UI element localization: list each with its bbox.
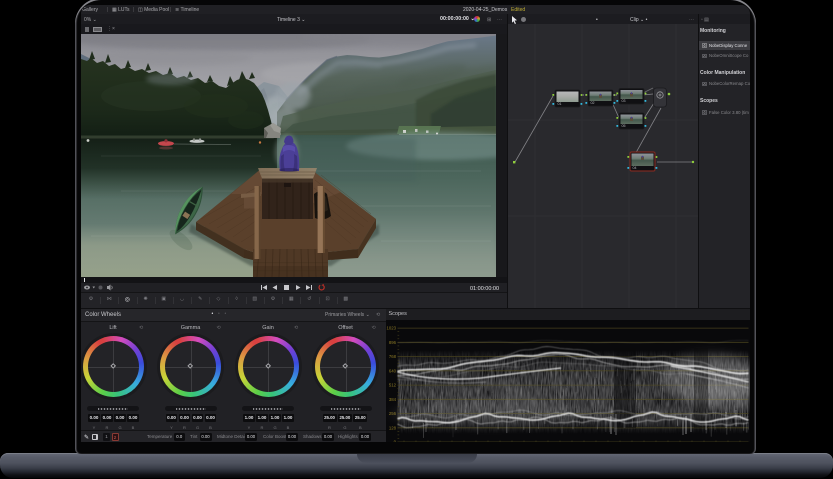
svg-text:640: 640 <box>388 368 396 373</box>
svg-text:512: 512 <box>388 383 396 388</box>
svg-text:01:00:00:00: 01:00:00:00 <box>470 286 499 292</box>
svg-text:768: 768 <box>388 354 396 359</box>
svg-text:896: 896 <box>388 340 396 345</box>
svg-text:01: 01 <box>558 102 562 106</box>
svg-text:384: 384 <box>388 397 396 402</box>
svg-text:02: 02 <box>591 101 595 105</box>
svg-text:03: 03 <box>622 99 626 103</box>
svg-text:0: 0 <box>393 440 396 442</box>
svg-text:128: 128 <box>388 425 396 430</box>
svg-text:1023: 1023 <box>386 326 396 331</box>
svg-text:04: 04 <box>633 166 637 170</box>
svg-text:05: 05 <box>622 124 626 128</box>
